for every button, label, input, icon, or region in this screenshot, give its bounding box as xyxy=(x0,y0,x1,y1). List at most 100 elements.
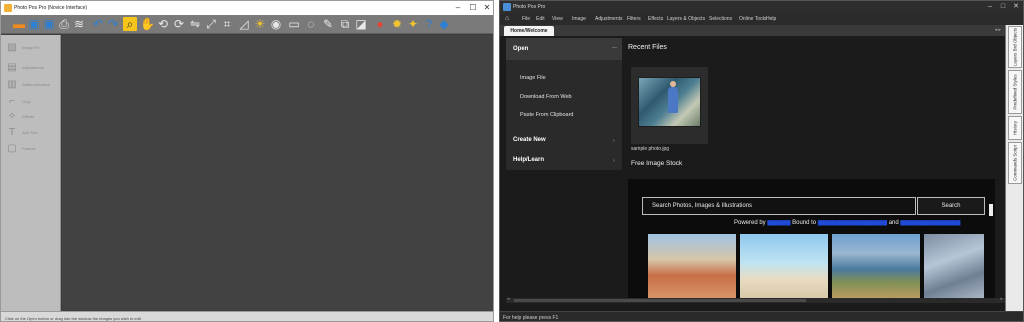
right-titlebar: Photo Pos Pro – □ ✕ xyxy=(500,1,1023,13)
star-icon[interactable]: ✦ xyxy=(406,17,420,31)
dock-tab-layers-brd-objects[interactable]: Layers Brd Objects xyxy=(1008,26,1022,68)
stock-search-input[interactable]: Search Photos, Images & Illustrations xyxy=(642,197,916,215)
editing-canvas[interactable] xyxy=(62,35,493,311)
lasso-icon[interactable]: ◌ xyxy=(304,17,318,31)
flip-icon[interactable]: ⇋ xyxy=(188,17,202,31)
zoom-icon[interactable]: ⌕ xyxy=(123,17,137,31)
text-icon[interactable]: ◪ xyxy=(354,17,368,31)
provider-link[interactable]: ▆▆▆▆▆ xyxy=(767,220,790,226)
left-titlebar: Photo Pos Pro (Novice Interface) – ☐ ✕ xyxy=(1,1,493,15)
rotate-left-icon[interactable]: ⟲ xyxy=(156,17,170,31)
free-image-stock-title: Free Image Stock xyxy=(631,160,683,167)
help-icon[interactable]: ? xyxy=(422,17,436,31)
redo-icon[interactable]: ↷ xyxy=(106,17,120,31)
dock-tab-predefined-styles[interactable]: Predefined Styles xyxy=(1008,70,1022,114)
dock-tab-label: Predefined Styles xyxy=(1012,74,1018,110)
menu-online-tools[interactable]: Online Tools xyxy=(739,16,766,22)
license-link[interactable]: ▆▆▆▆▆▆▆▆▆▆▆▆▆▆▆ xyxy=(818,220,887,226)
maximize-button[interactable]: □ xyxy=(997,2,1009,12)
sidebar-item-image-fix[interactable]: ▧ Image Fix xyxy=(1,37,61,59)
tab-home-welcome[interactable]: Home/Welcome xyxy=(504,26,554,36)
sun-icon[interactable]: ✹ xyxy=(390,17,404,31)
stock-image-lake-mountains[interactable] xyxy=(832,234,920,298)
scrollbar-thumb[interactable] xyxy=(514,299,806,302)
hand-icon[interactable]: ✋ xyxy=(140,17,155,31)
save-as-icon[interactable]: ▣ xyxy=(42,17,56,31)
info-icon[interactable]: ◆ xyxy=(437,17,451,31)
help-learn-section[interactable]: Help/Learn xyxy=(513,157,544,163)
menu-file[interactable]: File xyxy=(522,16,530,22)
bound-to-text: Bound to xyxy=(792,220,817,226)
dock-tab-commands-script[interactable]: Commands Script xyxy=(1008,142,1022,184)
scroll-left-icon[interactable]: ◂ xyxy=(507,296,510,302)
open-image-file[interactable]: Image File xyxy=(520,75,546,81)
terms-link[interactable]: ▆▆▆▆▆▆▆▆▆▆▆▆▆ xyxy=(900,220,960,226)
frame-icon[interactable]: ▭ xyxy=(287,17,301,31)
left-status-text: Click on the Open button or drag into th… xyxy=(5,316,141,321)
sidebar-item-icon: ▤ xyxy=(7,62,17,73)
sidebar-item-frames[interactable]: ▢ Frames xyxy=(1,138,61,160)
brush-icon[interactable]: ✎ xyxy=(321,17,335,31)
menu-adjustments[interactable]: Adjustments xyxy=(595,16,623,22)
close-button[interactable]: ✕ xyxy=(1010,2,1022,12)
create-new-section[interactable]: Create New xyxy=(513,137,546,143)
tab-bar: Home/Welcome ◂ ▸ xyxy=(500,25,1005,36)
dock-tab-history[interactable]: History xyxy=(1008,116,1022,140)
sidebar-item-label: Crop xyxy=(22,99,31,104)
scroll-right-icon[interactable]: ▸ xyxy=(1000,296,1003,302)
pin-icon[interactable]: ● xyxy=(373,17,387,31)
print-icon[interactable]: ⎙ xyxy=(57,17,71,31)
clone-icon[interactable]: ⧉ xyxy=(338,17,352,31)
menu-bar: ⌂ File Edit View Image Adjustments Filters Eff… xyxy=(500,13,1023,25)
close-button[interactable]: ✕ xyxy=(480,3,493,13)
scanner-icon[interactable]: ≋ xyxy=(72,17,86,31)
paste-from-clipboard[interactable]: Paste From Clipboard xyxy=(520,112,574,118)
home-icon[interactable]: ⌂ xyxy=(505,15,509,22)
app-icon xyxy=(503,3,511,11)
novice-window: Photo Pos Pro (Novice Interface) – ☐ ✕ ▬… xyxy=(0,0,494,322)
dock-tab-label: Commands Script xyxy=(1012,145,1018,181)
menu-selections[interactable]: Selections xyxy=(709,16,732,22)
rotate-right-icon[interactable]: ⟳ xyxy=(172,17,186,31)
powered-by-text: Powered by xyxy=(734,220,766,226)
open-panel-header[interactable]: Open — xyxy=(506,38,622,60)
open-icon[interactable]: ▬ xyxy=(12,17,26,31)
minimize-button[interactable]: – xyxy=(451,3,465,13)
menu-help[interactable]: Help xyxy=(766,16,776,22)
stock-search-button[interactable]: Search xyxy=(917,197,985,215)
and-text: and xyxy=(888,220,899,226)
menu-view[interactable]: View xyxy=(552,16,563,22)
download-from-web[interactable]: Download From Web xyxy=(520,94,572,100)
menu-image[interactable]: Image xyxy=(572,16,586,22)
recent-file-thumbnail[interactable] xyxy=(631,67,708,144)
menu-effects[interactable]: Effects xyxy=(648,16,663,22)
chevron-right-icon: › xyxy=(613,138,615,144)
left-statusbar: Click on the Open button or drag into th… xyxy=(1,311,493,321)
undo-icon[interactable]: ↶ xyxy=(91,17,105,31)
maximize-button[interactable]: ☐ xyxy=(466,3,480,13)
horizontal-scrollbar[interactable]: ◂ ▸ xyxy=(506,296,1005,303)
dock-tab-label: History xyxy=(1012,120,1018,136)
menu-edit[interactable]: Edit xyxy=(536,16,545,22)
stock-image-coastal-town[interactable] xyxy=(648,234,736,298)
save-icon[interactable]: ▣ xyxy=(27,17,41,31)
side-dock-tabs: Layers Brd Objects Predefined Styles Histo… xyxy=(1005,25,1023,311)
stock-image-abstract[interactable] xyxy=(924,234,984,298)
minimize-button[interactable]: – xyxy=(984,2,996,12)
resize-icon[interactable]: ⤢ xyxy=(204,17,218,31)
collapse-icon[interactable]: — xyxy=(612,45,617,51)
straighten-icon[interactable]: ◿ xyxy=(237,17,251,31)
stock-scroll-thumb[interactable] xyxy=(989,204,993,216)
sidebar-item-label: Softproofination xyxy=(22,82,51,87)
exposure-icon[interactable]: ☀ xyxy=(253,17,267,31)
menu-filters[interactable]: Filters xyxy=(627,16,641,22)
tab-scroll-arrows[interactable]: ◂ ▸ xyxy=(995,27,1001,33)
right-window-title: Photo Pos Pro xyxy=(513,4,546,10)
sidebar-item-icon: ▢ xyxy=(7,143,17,154)
crop-icon[interactable]: ⌗ xyxy=(220,17,234,31)
redeye-icon[interactable]: ◉ xyxy=(269,17,283,31)
stock-image-beach[interactable] xyxy=(740,234,828,298)
sidebar-item-label: Effects xyxy=(22,114,35,119)
sidebar-item-label: Frames xyxy=(22,146,36,151)
menu-layers-objects[interactable]: Layers & Objects xyxy=(667,16,705,22)
